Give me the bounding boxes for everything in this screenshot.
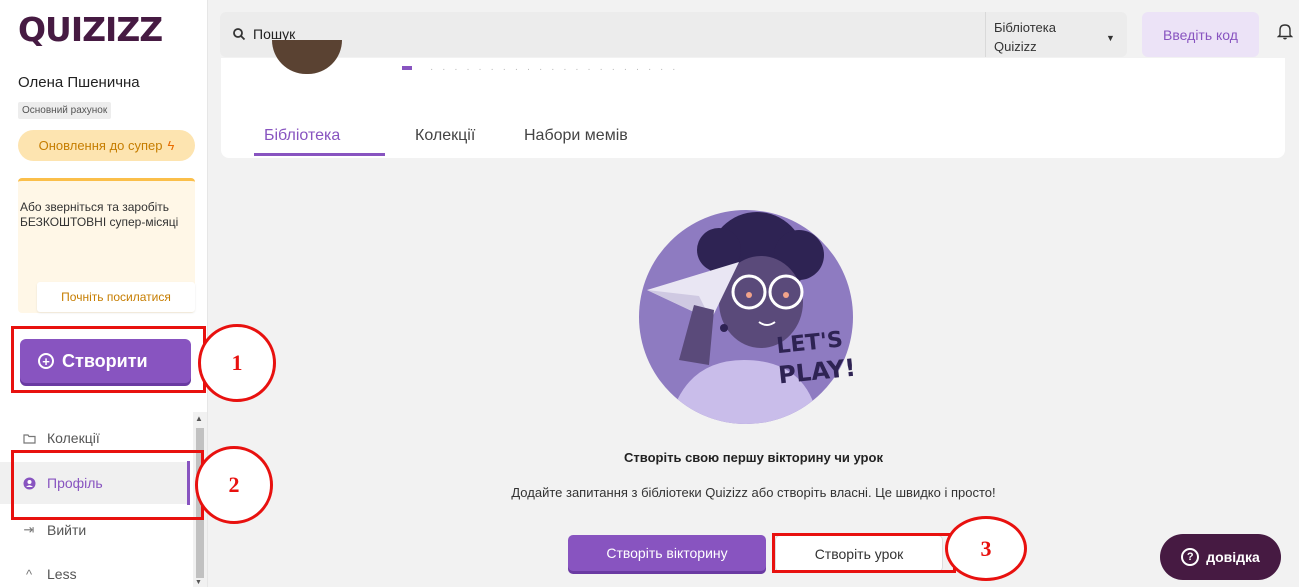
scroll-down-arrow-icon[interactable]: ▼ [195, 579, 202, 586]
annotation-marker-1: 1 [198, 324, 276, 402]
profile-meta-marker [402, 66, 412, 70]
chevron-up-icon: ^ [25, 566, 33, 582]
search-icon [233, 28, 246, 41]
question-icon: ? [1181, 548, 1200, 566]
library-filter-select[interactable]: Бібліотека Quizizz [994, 18, 1056, 56]
tab-meme-sets[interactable]: Набори мемів [524, 127, 628, 145]
profile-meta-faded: · · · · · · · · · · · · · · · · · · · · … [430, 64, 679, 75]
promo-text: Або зверніться та заробіть БЕЗКОШТОВНІ с… [20, 200, 179, 229]
annotation-marker-2: 2 [195, 446, 273, 524]
help-label: довідка [1206, 549, 1260, 565]
start-referring-button[interactable]: Почніть посилатися [37, 282, 195, 312]
empty-state-description-text: Додайте запитання з бібліотеки Quizizz а… [511, 485, 996, 500]
sidebar-item-label: Less [47, 566, 77, 582]
folder-icon [22, 433, 36, 444]
library-select-line2: Quizizz [994, 39, 1037, 54]
tab-library[interactable]: Бібліотека [264, 127, 340, 145]
tab-collections[interactable]: Колекції [415, 127, 475, 145]
annotation-box-profile [11, 450, 204, 520]
quizizz-logo[interactable]: QUIZIZZ [18, 10, 163, 49]
user-name: Олена Пшенична [18, 74, 140, 91]
library-select-line1: Бібліотека [994, 20, 1056, 35]
scroll-up-arrow-icon[interactable]: ▲ [195, 414, 203, 423]
help-button[interactable]: ? довідка [1160, 534, 1281, 580]
profile-card [221, 58, 1285, 158]
empty-state-title-text: Створіть свою першу вікторину чи урок [624, 450, 883, 465]
lightning-icon: ϟ [167, 138, 175, 153]
annotation-box-create [11, 326, 206, 393]
annotation-marker-3: 3 [945, 516, 1027, 581]
bell-icon[interactable] [1277, 22, 1293, 40]
create-quiz-button[interactable]: Створіть вікторину [568, 535, 766, 571]
sidebar-item-less[interactable]: ^ Less [0, 554, 190, 587]
annotation-box-lesson [772, 533, 956, 573]
sidebar-item-label: Колекції [47, 430, 100, 446]
account-type-badge: Основний рахунок [18, 102, 112, 119]
caret-down-icon[interactable]: ▼ [1106, 33, 1115, 43]
lets-play-illustration: LET'S PLAY! [639, 210, 853, 424]
logout-icon: ⇥ [23, 522, 35, 537]
upgrade-label: Оновлення до супер [38, 138, 163, 153]
enter-code-button[interactable]: Введіть код [1142, 12, 1259, 57]
search-bar[interactable] [220, 12, 1127, 57]
upgrade-button[interactable]: Оновлення до супер ϟ [18, 130, 195, 161]
active-tab-underline [254, 153, 385, 156]
sidebar-item-label: Вийти [47, 522, 87, 538]
search-divider [985, 12, 986, 57]
